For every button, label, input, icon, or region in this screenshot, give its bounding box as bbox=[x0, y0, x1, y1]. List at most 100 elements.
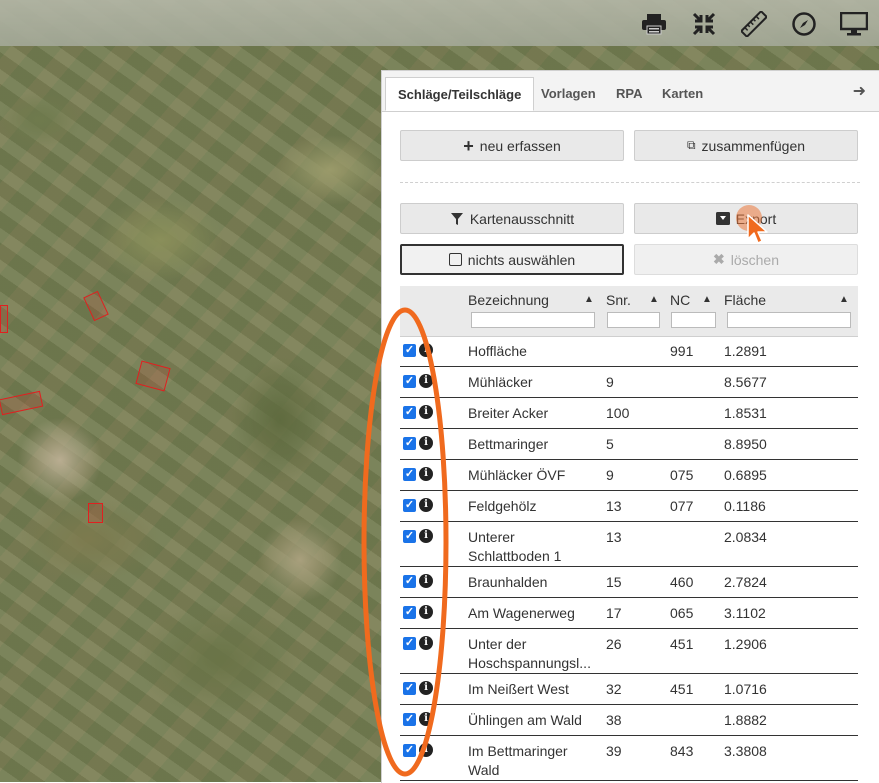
column-header-nc[interactable]: NC bbox=[670, 292, 690, 308]
compass-icon[interactable] bbox=[779, 8, 829, 40]
cell-flaeche: 1.0716 bbox=[724, 681, 767, 697]
cell-bezeichnung: Im Neißert West bbox=[468, 681, 569, 697]
tab-schlaege[interactable]: Schläge/Teilschläge bbox=[385, 77, 535, 111]
tab-rpa[interactable]: RPA bbox=[604, 77, 654, 111]
filter-input-snr[interactable] bbox=[607, 312, 660, 328]
cell-bezeichnung: Unterer Schlattboden 1 bbox=[468, 529, 562, 564]
select-none-button[interactable]: nichts auswählen bbox=[400, 244, 624, 275]
cell-flaeche: 8.8950 bbox=[724, 436, 767, 452]
info-icon[interactable]: i bbox=[419, 405, 433, 419]
cell-nc: 460 bbox=[670, 574, 694, 590]
sort-icon[interactable]: ▲ bbox=[649, 294, 659, 305]
delete-button[interactable]: ✖ löschen bbox=[634, 244, 858, 275]
table-row[interactable]: ✓ i Braunhalden 15 460 2.7824 bbox=[400, 567, 858, 598]
new-parcel-label: neu erfassen bbox=[479, 137, 561, 154]
filter-input-flaeche[interactable] bbox=[727, 312, 851, 328]
collapse-panel-arrow-icon[interactable]: ➜ bbox=[853, 81, 866, 101]
table-row[interactable]: ✓ i Hoffläche 991 1.2891 bbox=[400, 336, 858, 367]
cell-nc: 065 bbox=[670, 605, 694, 621]
cell-snr: 32 bbox=[606, 681, 622, 697]
checkbox-checked[interactable]: ✓ bbox=[403, 637, 416, 650]
info-icon[interactable]: i bbox=[419, 529, 433, 543]
parcel-table: Bezeichnung ▲ Snr. ▲ NC ▲ Fläche ▲ ✓ i Hof… bbox=[400, 286, 858, 781]
table-row[interactable]: ✓ i Unter der Hoschspannungsl... 26 451 1.290… bbox=[400, 629, 858, 674]
cell-nc: 075 bbox=[670, 467, 694, 483]
table-row[interactable]: ✓ i Mühläcker ÖVF 9 075 0.6895 bbox=[400, 460, 858, 491]
checkbox-checked[interactable]: ✓ bbox=[403, 437, 416, 450]
cell-flaeche: 1.2891 bbox=[724, 343, 767, 359]
checkbox-checked[interactable]: ✓ bbox=[403, 682, 416, 695]
cell-bezeichnung: Ühlingen am Wald bbox=[468, 712, 582, 728]
sort-icon[interactable]: ▲ bbox=[702, 294, 712, 305]
monitor-icon[interactable] bbox=[829, 8, 879, 40]
checkbox-checked[interactable]: ✓ bbox=[403, 375, 416, 388]
cell-nc: 077 bbox=[670, 498, 694, 514]
cell-flaeche: 3.1102 bbox=[724, 605, 766, 621]
cell-snr: 100 bbox=[606, 405, 630, 421]
info-icon[interactable]: i bbox=[419, 605, 433, 619]
tab-vorlagen[interactable]: Vorlagen bbox=[529, 77, 608, 111]
column-header-flaeche[interactable]: Fläche bbox=[724, 292, 766, 308]
table-row[interactable]: ✓ i Am Wagenerweg 17 065 3.1102 bbox=[400, 598, 858, 629]
checkbox-checked[interactable]: ✓ bbox=[403, 468, 416, 481]
map-parcel[interactable] bbox=[0, 390, 44, 416]
filter-input-bezeichnung[interactable] bbox=[471, 312, 595, 328]
info-icon[interactable]: i bbox=[419, 681, 433, 695]
map-parcel[interactable] bbox=[135, 360, 171, 392]
checkbox-checked[interactable]: ✓ bbox=[403, 713, 416, 726]
column-header-bezeichnung[interactable]: Bezeichnung bbox=[468, 292, 549, 308]
filter-input-nc[interactable] bbox=[671, 312, 716, 328]
map-extent-filter-button[interactable]: Kartenausschnitt bbox=[400, 203, 624, 234]
info-icon[interactable]: i bbox=[419, 712, 433, 726]
table-row[interactable]: ✓ i Bettmaringer 5 8.8950 bbox=[400, 429, 858, 460]
info-icon[interactable]: i bbox=[419, 636, 433, 650]
checkbox-checked[interactable]: ✓ bbox=[403, 530, 416, 543]
map-toolbar bbox=[629, 8, 879, 40]
compress-icon[interactable] bbox=[679, 8, 729, 40]
column-header-snr[interactable]: Snr. bbox=[606, 292, 631, 308]
info-icon[interactable]: i bbox=[419, 374, 433, 388]
info-icon[interactable]: i bbox=[419, 436, 433, 450]
table-row[interactable]: ✓ i Breiter Acker 100 1.8531 bbox=[400, 398, 858, 429]
checkbox-checked[interactable]: ✓ bbox=[403, 575, 416, 588]
cell-flaeche: 1.2906 bbox=[724, 636, 767, 652]
table-row[interactable]: ✓ i Ühlingen am Wald 38 1.8882 bbox=[400, 705, 858, 736]
map-parcel[interactable] bbox=[0, 305, 8, 333]
table-row[interactable]: ✓ i Mühläcker 9 8.5677 bbox=[400, 367, 858, 398]
cell-snr: 13 bbox=[606, 498, 622, 514]
cell-snr: 17 bbox=[606, 605, 622, 621]
cell-bezeichnung: Mühläcker ÖVF bbox=[468, 467, 566, 483]
info-icon[interactable]: i bbox=[419, 467, 433, 481]
table-row[interactable]: ✓ i Im Bettmaringer Wald 39 843 3.3808 bbox=[400, 736, 858, 781]
map-parcel[interactable] bbox=[88, 503, 103, 523]
divider bbox=[400, 182, 860, 183]
table-row[interactable]: ✓ i Unterer Schlattboden 1 13 2.0834 bbox=[400, 522, 858, 567]
table-row[interactable]: ✓ i Feldgehölz 13 077 0.1186 bbox=[400, 491, 858, 522]
tab-karten[interactable]: Karten bbox=[650, 77, 715, 111]
select-none-label: nichts auswählen bbox=[467, 251, 576, 268]
merge-button[interactable]: ⧉ zusammenfügen bbox=[634, 130, 858, 161]
cell-bezeichnung: Mühläcker bbox=[468, 374, 533, 390]
checkbox-checked[interactable]: ✓ bbox=[403, 344, 416, 357]
table-header: Bezeichnung ▲ Snr. ▲ NC ▲ Fläche ▲ bbox=[400, 286, 858, 337]
new-parcel-button[interactable]: + neu erfassen bbox=[400, 130, 624, 161]
ruler-icon[interactable] bbox=[729, 8, 779, 40]
checkbox-checked[interactable]: ✓ bbox=[403, 499, 416, 512]
checkbox-checked[interactable]: ✓ bbox=[403, 606, 416, 619]
print-icon[interactable] bbox=[629, 8, 679, 40]
cell-bezeichnung: Unter der Hoschspannungsl... bbox=[468, 636, 591, 671]
info-icon[interactable]: i bbox=[419, 574, 433, 588]
cell-nc: 843 bbox=[670, 743, 694, 759]
checkbox-checked[interactable]: ✓ bbox=[403, 406, 416, 419]
table-row[interactable]: ✓ i Im Neißert West 32 451 1.0716 bbox=[400, 674, 858, 705]
cell-snr: 26 bbox=[606, 636, 622, 652]
info-icon[interactable]: i bbox=[419, 498, 433, 512]
checkbox-checked[interactable]: ✓ bbox=[403, 744, 416, 757]
info-icon[interactable]: i bbox=[419, 743, 433, 757]
cell-flaeche: 1.8531 bbox=[724, 405, 767, 421]
sort-icon[interactable]: ▲ bbox=[584, 294, 594, 305]
cell-snr: 39 bbox=[606, 743, 622, 759]
map-parcel[interactable] bbox=[83, 290, 109, 322]
info-icon[interactable]: i bbox=[419, 343, 433, 357]
sort-icon[interactable]: ▲ bbox=[839, 294, 849, 305]
